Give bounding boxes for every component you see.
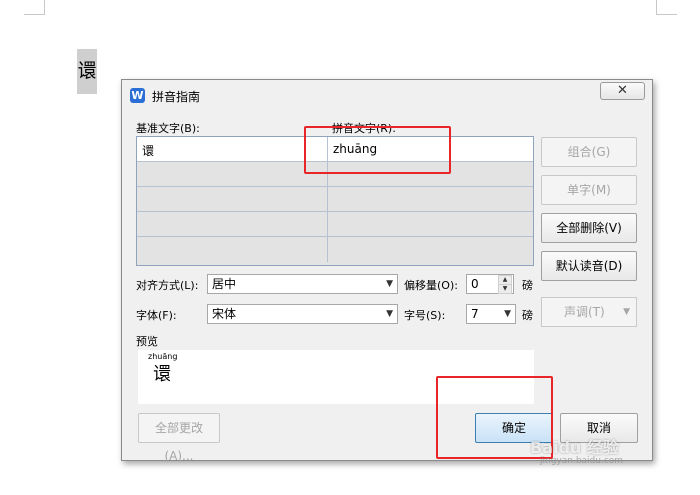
close-icon: ✕ xyxy=(617,83,628,98)
alignment-label: 对齐方式(L): xyxy=(136,279,199,292)
wps-app-icon: W xyxy=(130,88,145,103)
dropdown-arrow-icon: ▼ xyxy=(386,279,393,289)
dropdown-arrow-icon: ▼ xyxy=(386,309,393,319)
offset-label: 偏移量(O): xyxy=(404,279,458,292)
spin-down-icon[interactable]: ▼ xyxy=(498,284,512,294)
close-button[interactable]: ✕ xyxy=(600,82,645,100)
single-char-button[interactable]: 单字(M) xyxy=(541,175,637,205)
grid-row xyxy=(137,212,533,237)
base-text-cell[interactable] xyxy=(137,212,328,236)
dropdown-arrow-icon: ▼ xyxy=(504,309,511,319)
size-select[interactable]: 7 ▼ xyxy=(466,304,516,324)
preview-character: 𫍽 xyxy=(153,364,171,385)
ruby-text-cell[interactable] xyxy=(328,237,533,262)
clear-all-button[interactable]: 全部删除(V) xyxy=(541,213,637,243)
font-select[interactable]: 宋体 ▼ xyxy=(207,304,398,324)
selected-document-character[interactable]: 𫍽 xyxy=(77,49,97,94)
highlight-box-pinyin xyxy=(304,126,451,174)
watermark-logo: Baidu 经验 xyxy=(530,438,619,457)
grid-row xyxy=(137,187,533,212)
font-label: 字体(F): xyxy=(136,309,177,322)
grid-row xyxy=(137,237,533,262)
size-label: 字号(S): xyxy=(404,309,446,322)
ruby-text-cell[interactable] xyxy=(328,187,533,211)
base-text-label: 基准文字(B): xyxy=(136,122,200,135)
dropdown-arrow-icon: ▼ xyxy=(623,307,630,317)
size-unit: 磅 xyxy=(522,309,533,322)
tone-button[interactable]: 声调(T) ▼ xyxy=(541,297,637,327)
preview-label: 预览 xyxy=(136,335,158,348)
page-corner-mark-right xyxy=(656,0,677,15)
watermark-url: jingyan.baidu.com xyxy=(540,456,624,466)
offset-unit: 磅 xyxy=(522,279,533,292)
group-button[interactable]: 组合(G) xyxy=(541,137,637,167)
apply-all-button[interactable]: 全部更改 (A)... xyxy=(138,413,220,463)
ruby-text-cell[interactable] xyxy=(328,212,533,236)
default-reading-button[interactable]: 默认读音(D) xyxy=(541,251,637,281)
dialog-titlebar[interactable]: W 拼音指南 ✕ xyxy=(122,80,652,110)
page-corner-mark-left xyxy=(24,0,45,15)
alignment-select[interactable]: 居中 ▼ xyxy=(207,274,398,294)
base-text-cell[interactable]: 𫍽 xyxy=(137,137,328,161)
base-text-cell[interactable] xyxy=(137,187,328,211)
dialog-title: 拼音指南 xyxy=(152,90,201,104)
offset-stepper[interactable]: 0 ▲ ▼ xyxy=(466,274,514,294)
base-text-cell[interactable] xyxy=(137,162,328,186)
base-text-cell[interactable] xyxy=(137,237,328,262)
